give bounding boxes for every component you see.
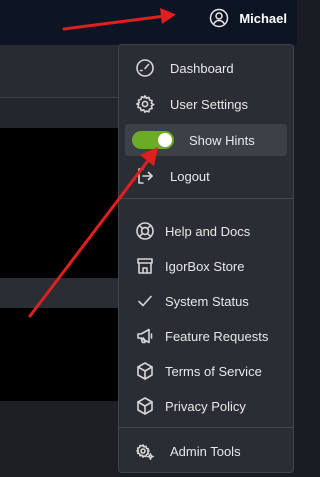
background-panel (0, 278, 120, 308)
top-bar: Michael (0, 0, 297, 45)
megaphone-icon (137, 328, 153, 344)
background-panel (0, 401, 120, 477)
menu-item-label: Feature Requests (165, 328, 269, 344)
menu-item-show-hints[interactable]: Show Hints (125, 124, 287, 156)
menu-item-help-and-docs[interactable]: Help and Docs (125, 217, 287, 245)
menu-item-label: Help and Docs (165, 223, 251, 239)
cube-icon (137, 397, 153, 415)
gauge-icon (136, 59, 154, 77)
menu-item-label: IgorBox Store (165, 258, 245, 274)
username: Michael (239, 10, 287, 26)
logout-icon (138, 168, 153, 184)
menu-item-label: Dashboard (170, 60, 234, 76)
menu-item-label: Show Hints (189, 132, 255, 148)
menu-item-igorbox-store[interactable]: IgorBox Store (125, 252, 287, 280)
menu-item-label: System Status (165, 293, 249, 309)
gear-icon (136, 95, 155, 113)
menu-divider (119, 198, 293, 199)
menu-item-label: Logout (170, 168, 210, 184)
menu-divider (119, 427, 293, 428)
menu-item-terms-of-service[interactable]: Terms of Service (125, 357, 287, 385)
menu-item-logout[interactable]: Logout (125, 162, 287, 190)
menu-item-label: User Settings (170, 96, 249, 112)
background-panel (0, 98, 120, 128)
cube-icon (137, 362, 153, 380)
background-panel (0, 45, 120, 97)
menu-item-label: Privacy Policy (165, 398, 246, 414)
menu-item-dashboard[interactable]: Dashboard (125, 54, 287, 82)
menu-item-user-settings[interactable]: User Settings (125, 90, 287, 118)
user-menu-trigger[interactable]: Michael (209, 7, 287, 29)
check-icon (138, 295, 152, 307)
menu-item-admin-tools[interactable]: Admin Tools (125, 437, 287, 465)
menu-item-label: Terms of Service (165, 363, 262, 379)
show-hints-toggle[interactable] (132, 131, 174, 149)
menu-item-system-status[interactable]: System Status (125, 287, 287, 315)
menu-item-privacy-policy[interactable]: Privacy Policy (125, 392, 287, 420)
toggle-knob (158, 133, 172, 147)
background-video-area (0, 308, 120, 401)
menu-item-feature-requests[interactable]: Feature Requests (125, 322, 287, 350)
user-dropdown-menu: Dashboard User Settings Show Hints Logou… (118, 44, 294, 473)
user-avatar-icon (210, 8, 229, 28)
menu-item-label: Admin Tools (170, 443, 241, 459)
lifebuoy-icon (136, 222, 154, 240)
background-video-area (0, 128, 120, 278)
gears-icon (136, 444, 154, 460)
store-icon (137, 258, 153, 274)
